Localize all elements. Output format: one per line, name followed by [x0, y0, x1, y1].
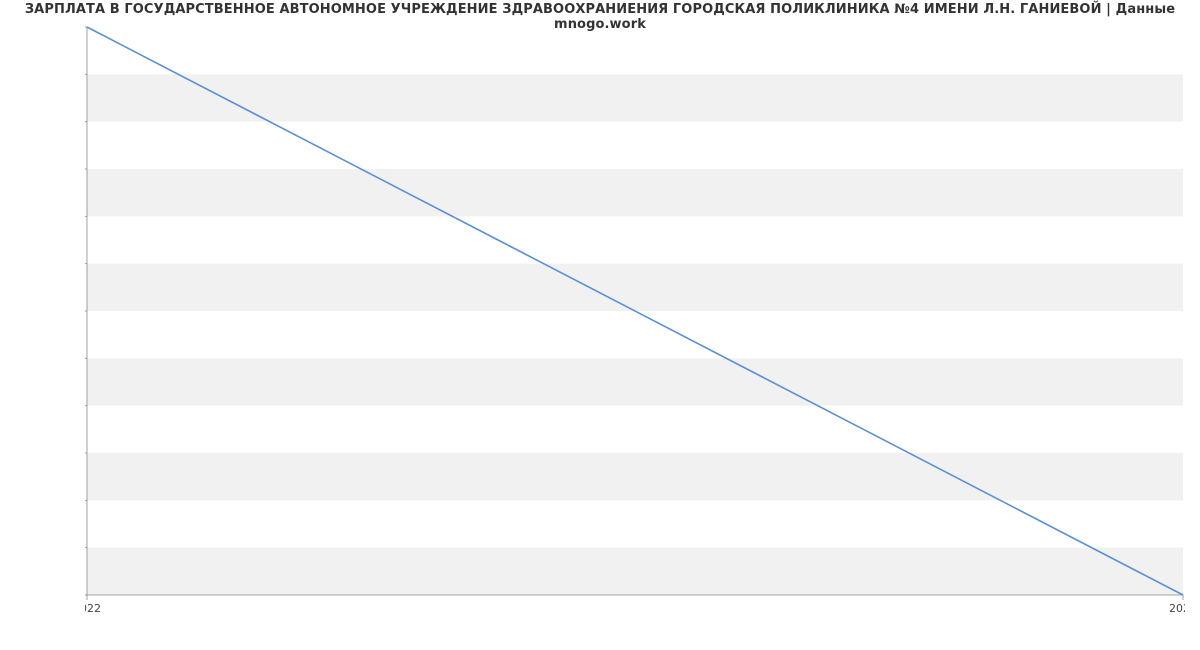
x-tick: 2023 — [1169, 595, 1185, 615]
grid-band — [87, 74, 1183, 121]
grid-band — [87, 169, 1183, 216]
plot-area: 2000025000300003500040000450005000055000… — [85, 25, 1185, 615]
grid-band — [87, 453, 1183, 500]
grid-band — [87, 358, 1183, 405]
x-tick-label: 2023 — [1169, 602, 1185, 615]
grid-band — [87, 548, 1183, 595]
chart-container: ЗАРПЛАТА В ГОСУДАРСТВЕННОЕ АВТОНОМНОЕ УЧ… — [0, 0, 1200, 650]
grid-band — [87, 264, 1183, 311]
chart-svg: 2000025000300003500040000450005000055000… — [85, 25, 1185, 615]
x-tick: 2022 — [85, 595, 101, 615]
x-tick-label: 2022 — [85, 602, 101, 615]
